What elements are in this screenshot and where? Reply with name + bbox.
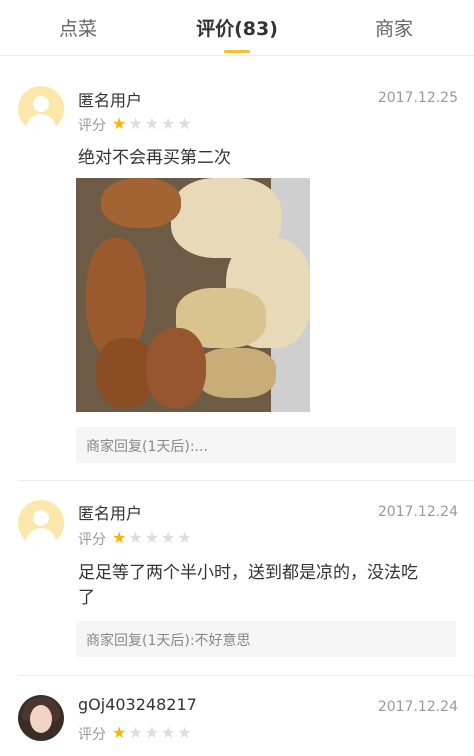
merchant-reply[interactable]: 商家回复(1天后):不好意思: [76, 621, 456, 657]
rating-label: 评分: [78, 727, 106, 743]
tab-reviews[interactable]: 评价(83): [167, 14, 307, 44]
review-text-line: 了: [78, 588, 95, 608]
star-empty-icon: ★: [144, 723, 160, 742]
merchant-reply[interactable]: 商家回复(1天后):...: [76, 427, 456, 463]
review-text: 足足等了两个半小时，送到都是凉的，没法吃 了: [78, 561, 460, 611]
default-avatar-icon[interactable]: [18, 500, 64, 546]
divider: [18, 675, 474, 676]
review-username[interactable]: gOj403248217: [78, 695, 197, 714]
star-filled-icon: ★: [112, 723, 127, 742]
tab-menu[interactable]: 点菜: [8, 14, 148, 44]
star-empty-icon: ★: [177, 723, 192, 742]
active-tab-indicator: [224, 50, 250, 53]
star-empty-icon: ★: [128, 528, 143, 547]
review-date: 2017.12.24: [377, 504, 458, 520]
review-photo[interactable]: [76, 178, 310, 412]
star-rating: ★ ★ ★ ★ ★: [112, 725, 192, 741]
star-rating: ★ ★ ★ ★ ★: [112, 530, 192, 546]
default-avatar-icon[interactable]: [18, 86, 64, 132]
review-date: 2017.12.24: [377, 699, 458, 715]
star-empty-icon: ★: [161, 528, 176, 547]
star-filled-icon: ★: [112, 114, 127, 133]
star-empty-icon: ★: [144, 528, 160, 547]
review-text-line: 足足等了两个半小时，送到都是凉的，没法吃: [78, 563, 418, 583]
review-date: 2017.12.25: [377, 90, 458, 106]
review-username[interactable]: 匿名用户: [78, 500, 142, 524]
star-rating: ★ ★ ★ ★ ★: [112, 116, 192, 132]
star-empty-icon: ★: [177, 114, 192, 133]
rating-label: 评分: [78, 532, 106, 548]
review-text: 绝对不会再买第二次: [78, 148, 231, 168]
star-empty-icon: ★: [128, 723, 143, 742]
star-empty-icon: ★: [128, 114, 143, 133]
star-empty-icon: ★: [161, 114, 176, 133]
user-avatar[interactable]: [18, 695, 64, 741]
tab-merchant[interactable]: 商家: [324, 14, 464, 44]
star-empty-icon: ★: [144, 114, 160, 133]
divider: [18, 480, 474, 481]
star-empty-icon: ★: [177, 528, 192, 547]
star-empty-icon: ★: [161, 723, 176, 742]
rating-label: 评分: [78, 118, 106, 134]
review-username[interactable]: 匿名用户: [78, 87, 142, 111]
star-filled-icon: ★: [112, 528, 127, 547]
tab-bar: 点菜 评价(83) 商家: [0, 0, 474, 56]
